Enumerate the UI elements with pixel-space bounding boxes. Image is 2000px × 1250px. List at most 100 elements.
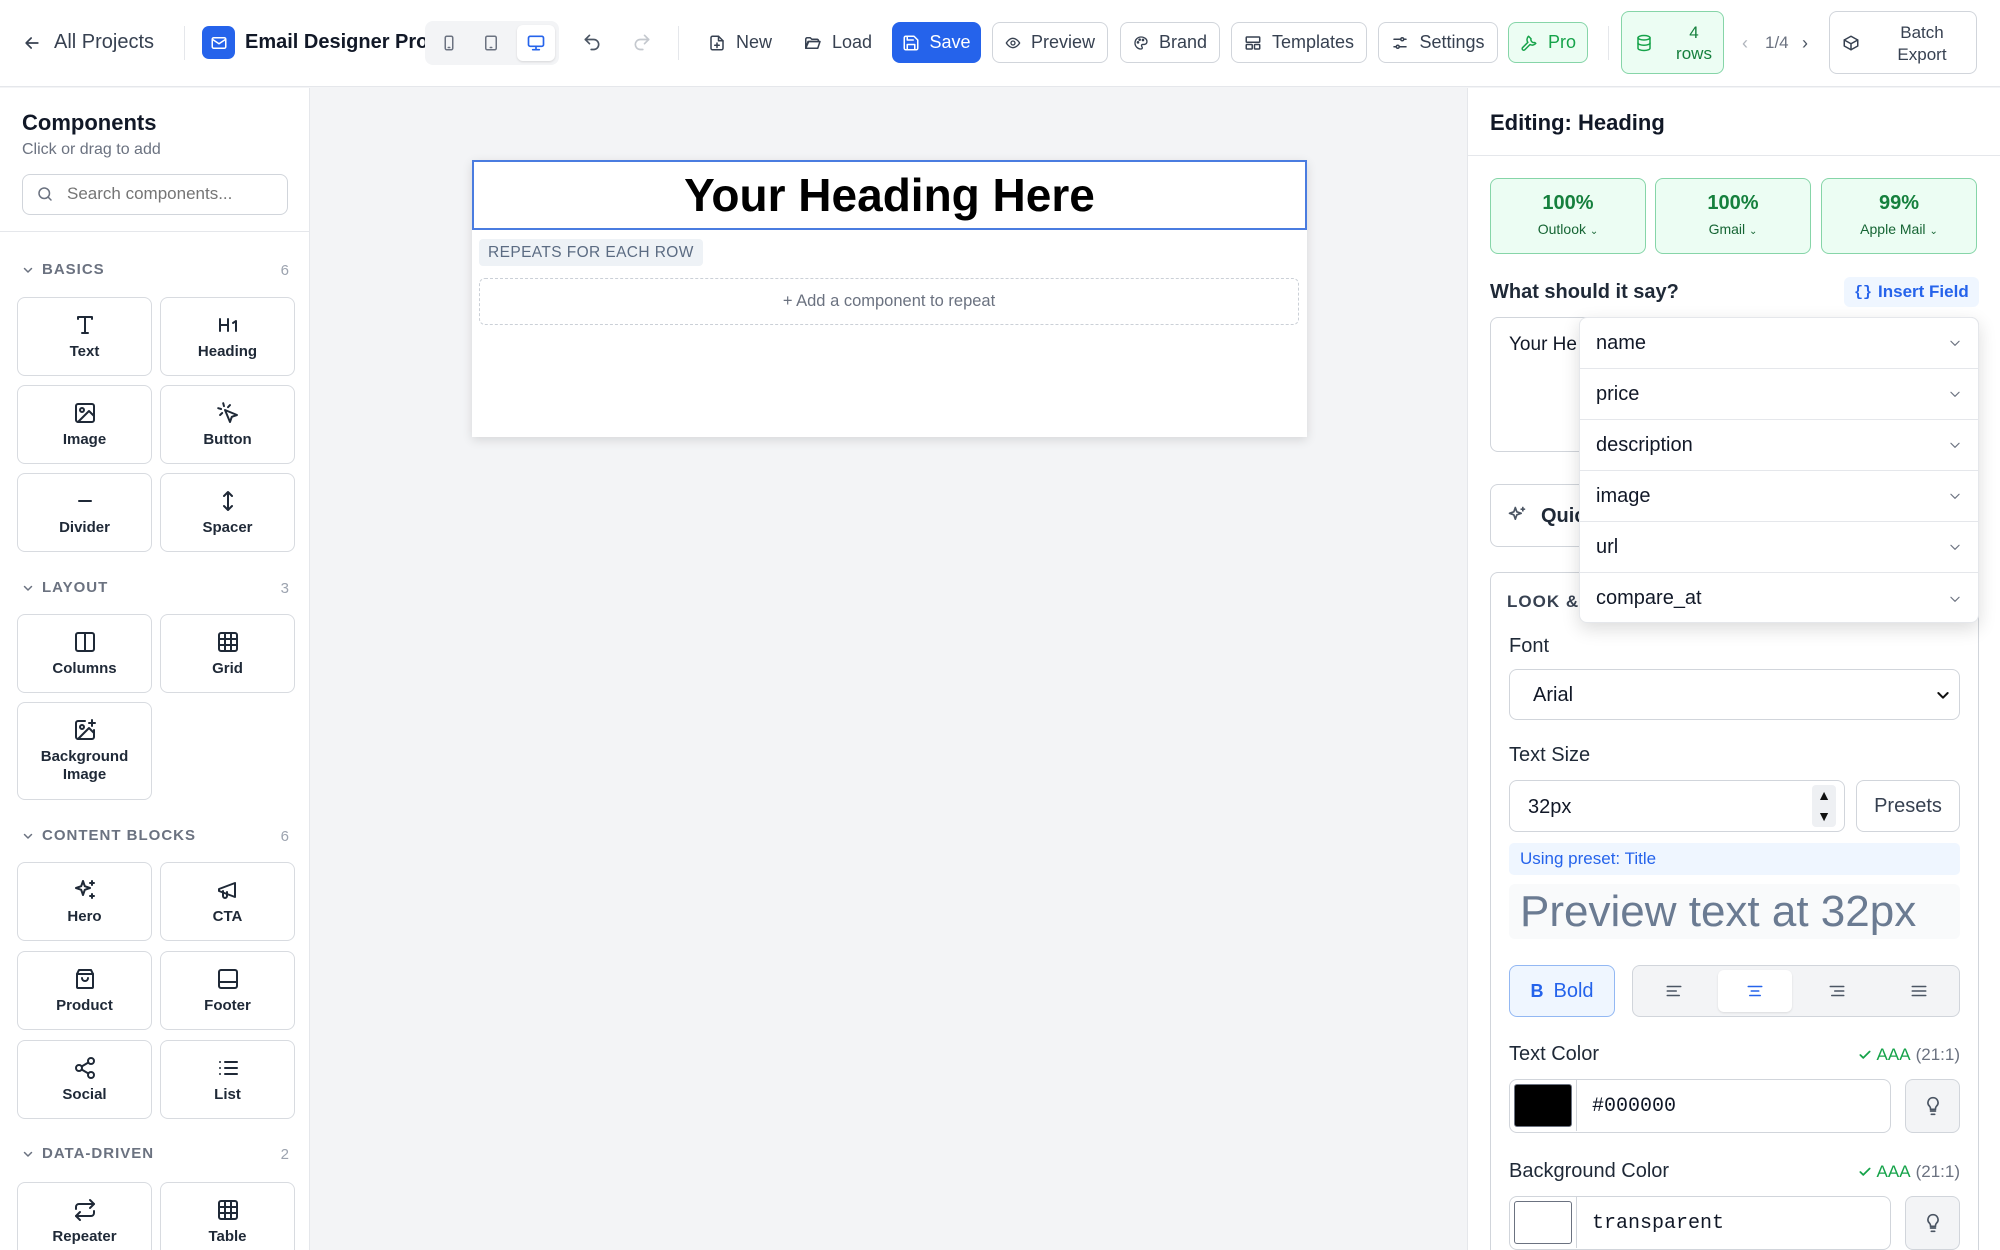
tablet-icon [485,35,497,51]
component-grid[interactable]: Grid [160,614,295,693]
save-button[interactable]: Save [892,22,981,63]
templates-button[interactable]: Templates [1231,22,1367,63]
top-bar: All Projects Email Designer Pro New Load… [0,0,2000,87]
repeat-icon [74,1198,95,1221]
bg-color-input[interactable]: transparent [1592,1212,1724,1235]
component-product[interactable]: Product [17,951,152,1030]
app-logo [202,26,235,59]
field-option-compare-at[interactable]: compare_at [1580,573,1978,622]
tablet-view-button[interactable] [475,27,507,59]
compat-gmail[interactable]: 100% Gmail ⌄ [1655,178,1811,254]
section-basics-count: 6 [280,262,289,279]
component-background-image[interactable]: Background Image [17,702,152,800]
bold-icon: B [1530,980,1544,1001]
component-label: Social [62,1085,107,1103]
component-heading[interactable]: Heading [160,297,295,376]
text-size-input[interactable]: 32px ▲ ▼ [1509,780,1845,832]
font-select[interactable]: Arial [1509,669,1960,720]
component-image[interactable]: Image [17,385,152,464]
component-button[interactable]: Button [160,385,295,464]
component-label: Columns [52,659,117,677]
text-color-input[interactable]: #000000 [1592,1095,1676,1118]
bg-color-swatch[interactable] [1514,1201,1572,1244]
app-title: Email Designer Pro [245,31,429,53]
redo-button[interactable] [625,24,659,60]
image-plus-icon [74,719,96,740]
panel-bottom-icon [217,968,238,989]
field-option-price[interactable]: price [1580,369,1978,420]
sparkles-icon [1508,506,1526,520]
field-option-url[interactable]: url [1580,522,1978,573]
chevron-down-icon: ⌄ [1929,226,1938,237]
presets-button[interactable]: Presets [1856,780,1960,832]
new-label: New [736,32,773,52]
back-to-projects-link[interactable]: All Projects [22,22,154,63]
align-left-icon [1666,985,1682,997]
add-repeat-component-button[interactable]: + Add a component to repeat [479,278,1299,325]
component-columns[interactable]: Columns [17,614,152,693]
divider [678,26,679,60]
insert-field-button[interactable]: {} Insert Field [1844,277,1979,307]
component-spacer[interactable]: Spacer [160,473,295,552]
settings-button[interactable]: Settings [1378,22,1498,63]
bold-toggle[interactable]: B Bold [1509,965,1615,1017]
search-input[interactable] [67,182,277,206]
section-layout-toggle[interactable]: LAYOUT [22,579,108,596]
field-option-label: image [1596,484,1651,507]
brand-button[interactable]: Brand [1120,22,1220,63]
sidebar-title: Components [22,110,157,135]
section-content-toggle[interactable]: CONTENT BLOCKS [22,827,196,844]
batch-export-button[interactable]: Batch Export [1829,11,1977,74]
field-option-image[interactable]: image [1580,471,1978,522]
bg-color-contrast: AAA (21:1) [1857,1162,1960,1182]
component-social[interactable]: Social [17,1040,152,1119]
component-hero[interactable]: Hero [17,862,152,941]
component-text[interactable]: Text [17,297,152,376]
compat-pct: 100% [1542,192,1594,214]
desktop-view-button[interactable] [517,25,555,61]
share-icon [74,1056,95,1079]
component-cta[interactable]: CTA [160,862,295,941]
grid-icon [217,631,238,652]
templates-label: Templates [1271,32,1354,52]
field-option-description[interactable]: description [1580,420,1978,471]
section-basics-label: BASICS [42,261,105,278]
size-stepper[interactable]: ▲ ▼ [1812,785,1836,827]
load-button[interactable]: Load [795,22,880,63]
section-data-toggle[interactable]: DATA-DRIVEN [22,1145,154,1162]
component-repeater[interactable]: Repeater [17,1182,152,1250]
preview-label: Preview [1030,32,1095,52]
field-option-name[interactable]: name [1580,318,1978,369]
heading-block[interactable]: Your Heading Here [472,160,1307,230]
text-color-swatch[interactable] [1514,1084,1572,1127]
compat-client: Outlook [1537,221,1586,237]
preview-button[interactable]: Preview [992,22,1108,63]
field-option-label: compare_at [1596,587,1702,609]
section-layout-count: 3 [280,580,289,597]
component-divider[interactable]: Divider [17,473,152,552]
next-row-button[interactable]: › [1795,30,1815,56]
undo-button[interactable] [575,24,609,60]
align-center-button[interactable] [1718,970,1792,1012]
text-color-suggest-button[interactable] [1905,1079,1960,1133]
align-right-button[interactable] [1800,970,1874,1012]
compat-pct: 100% [1707,192,1759,214]
mobile-view-button[interactable] [433,27,465,59]
section-basics-toggle[interactable]: BASICS [22,261,105,278]
align-justify-button[interactable] [1882,970,1956,1012]
component-table[interactable]: Table [160,1182,295,1250]
prev-row-button[interactable]: ‹ [1735,30,1755,56]
compat-outlook[interactable]: 100% Outlook ⌄ [1490,178,1646,254]
save-icon [903,35,919,50]
align-left-button[interactable] [1637,970,1711,1012]
pro-button[interactable]: Pro [1508,22,1588,63]
component-footer[interactable]: Footer [160,951,295,1030]
data-rows-button[interactable]: 4 rows [1621,11,1724,74]
divider [1468,155,2000,156]
chevron-down-icon [1950,340,1960,346]
new-button[interactable]: New [700,22,780,63]
component-list[interactable]: List [160,1040,295,1119]
bg-color-suggest-button[interactable] [1905,1196,1960,1250]
heading1-icon [218,317,237,332]
compat-apple-mail[interactable]: 99% Apple Mail ⌄ [1821,178,1977,254]
